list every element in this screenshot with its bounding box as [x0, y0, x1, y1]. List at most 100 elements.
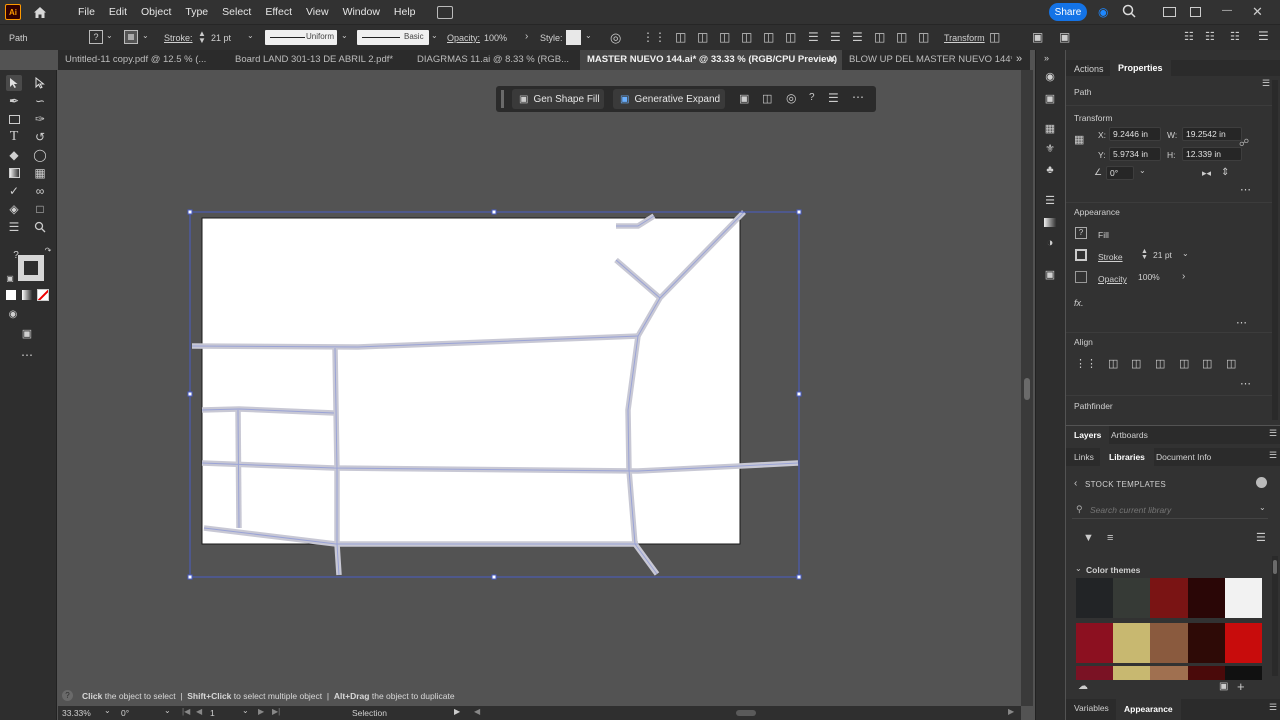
panel-align-hcenter-icon[interactable]: ◫: [1131, 357, 1141, 370]
new-folder-icon[interactable]: ▣: [1219, 681, 1228, 692]
gradient-mode-icon[interactable]: [22, 290, 32, 300]
back-chevron-icon[interactable]: ‹: [1074, 478, 1077, 489]
handle-mr[interactable]: [796, 391, 802, 397]
vertical-scrollbar-thumb[interactable]: [1024, 378, 1030, 400]
color-theme-3[interactable]: [1076, 666, 1263, 680]
color-panel-icon[interactable]: ◉: [1043, 69, 1057, 83]
live-paint-tool-icon[interactable]: ◈: [6, 201, 22, 217]
stock-templates-label[interactable]: STOCK TEMPLATES: [1085, 480, 1166, 489]
menu-edit[interactable]: Edit: [102, 0, 134, 24]
artboard-tool-icon[interactable]: □: [32, 201, 48, 217]
fill-stroke-widget[interactable]: [18, 255, 44, 281]
prev-artboard-icon[interactable]: ◀: [196, 707, 202, 716]
color-theme-1[interactable]: [1076, 578, 1263, 618]
color-themes-heading[interactable]: Color themes: [1086, 565, 1140, 575]
reference-point-icon[interactable]: ▦: [1074, 133, 1084, 146]
close-window-icon[interactable]: ✕: [1252, 4, 1263, 20]
color-theme-swatch[interactable]: [1150, 623, 1188, 663]
flip-horizontal-icon[interactable]: ▸◂: [1202, 168, 1211, 179]
handle-tm[interactable]: [491, 209, 497, 215]
libraries-menu-icon[interactable]: ☰: [1269, 450, 1277, 461]
align-left-icon[interactable]: ◫: [675, 30, 686, 44]
canvas-area[interactable]: ▣ Gen Shape Fill ▣ Generative Expand ▣ ◫…: [58, 70, 1021, 706]
color-theme-swatch[interactable]: [1224, 623, 1263, 663]
more-tabs-icon[interactable]: »: [1016, 53, 1022, 65]
distribute-bottom-icon[interactable]: ☰: [852, 30, 863, 44]
color-theme-swatch[interactable]: [1224, 578, 1263, 618]
pen-tool-icon[interactable]: ✒: [6, 93, 22, 109]
transparency-icon[interactable]: ◑: [1043, 236, 1057, 250]
bottom-panel-menu-icon[interactable]: ☰: [1269, 702, 1277, 713]
opacity-arrow-icon[interactable]: ›: [525, 31, 528, 42]
layers-menu-icon[interactable]: ☰: [1269, 428, 1277, 439]
flip-vertical-icon-alt[interactable]: ⇕: [1221, 167, 1229, 178]
stroke-swatch-panel[interactable]: [1075, 249, 1087, 261]
library-collaborators-icon[interactable]: [1256, 477, 1267, 488]
handle-tr[interactable]: [796, 209, 802, 215]
rectangle-tool-icon[interactable]: [6, 111, 22, 127]
default-fill-stroke-icon[interactable]: ▣: [2, 270, 18, 286]
fill-dropdown-icon[interactable]: ⌄: [106, 31, 113, 40]
tab-diagrmas[interactable]: DIAGRMAS 11.ai @ 8.33 % (RGB...: [410, 50, 580, 70]
handle-ml[interactable]: [187, 391, 193, 397]
mesh-tool-icon[interactable]: ▦: [32, 165, 48, 181]
direct-selection-tool-icon[interactable]: [32, 75, 48, 91]
gradient-tool-icon[interactable]: [6, 165, 22, 181]
stroke-stepper-panel-icon[interactable]: ▲ ▼: [1141, 248, 1148, 261]
stroke-weight-dropdown-icon[interactable]: ⌄: [247, 31, 254, 40]
tab-properties[interactable]: Properties: [1110, 60, 1171, 76]
align-top-icon[interactable]: ◫: [741, 30, 752, 44]
opacity-value-panel[interactable]: 100%: [1138, 272, 1160, 282]
library-search-input[interactable]: [1090, 502, 1240, 517]
hand-tool-icon[interactable]: ☰: [6, 219, 22, 235]
collapse-panels-icon[interactable]: »: [1044, 53, 1049, 63]
properties-scrollbar[interactable]: [1272, 80, 1278, 420]
horizontal-scrollbar-thumb[interactable]: [736, 710, 756, 716]
rotation-dropdown-icon[interactable]: ⌄: [164, 706, 171, 715]
align-more-icon[interactable]: ⋯: [1240, 377, 1251, 390]
align-hcenter-icon[interactable]: ◫: [697, 30, 708, 44]
style-dropdown-icon[interactable]: ⌄: [585, 31, 592, 40]
tab-appearance[interactable]: Appearance: [1116, 699, 1181, 720]
color-themes-chevron-icon[interactable]: ⌄: [1075, 564, 1082, 573]
zoom-tool-icon[interactable]: [32, 219, 48, 235]
gradient-panel-icon[interactable]: [1043, 215, 1057, 229]
swap-fill-stroke-icon[interactable]: ↷: [40, 242, 56, 258]
panel-options-icon[interactable]: ☷: [1205, 30, 1215, 43]
paintbrush-tool-icon[interactable]: ✑: [32, 111, 48, 127]
handle-bl[interactable]: [187, 574, 193, 580]
fx-button[interactable]: fx.: [1074, 298, 1084, 308]
tab-links[interactable]: Links: [1074, 452, 1094, 462]
color-theme-swatch[interactable]: [1076, 666, 1114, 680]
tab-libraries[interactable]: Libraries: [1100, 448, 1154, 466]
panel-menu-icon[interactable]: ☰: [1262, 78, 1270, 89]
opacity-swatch-panel[interactable]: [1075, 271, 1087, 283]
color-theme-swatch[interactable]: [1150, 666, 1188, 680]
distribute-top-icon[interactable]: ☰: [808, 30, 819, 44]
stroke-link[interactable]: Stroke: [1098, 252, 1123, 262]
menu-select[interactable]: Select: [215, 0, 258, 24]
opacity-value[interactable]: 100%: [484, 33, 507, 43]
panel-align-top-icon[interactable]: ◫: [1179, 357, 1189, 370]
last-artboard-icon[interactable]: ▶|: [272, 707, 280, 716]
home-icon[interactable]: [31, 4, 49, 20]
arrange-docs-icon[interactable]: [436, 5, 453, 19]
minimize-icon[interactable]: —: [1222, 5, 1232, 16]
app-logo[interactable]: Ai: [5, 4, 21, 20]
handle-bm[interactable]: [491, 574, 497, 580]
transform-options-icon[interactable]: ◫: [989, 30, 1000, 44]
color-theme-swatch[interactable]: [1187, 578, 1225, 618]
color-theme-swatch[interactable]: [1113, 666, 1151, 680]
notifications-icon[interactable]: ◉: [1098, 5, 1108, 19]
color-mode-icon[interactable]: [6, 290, 16, 300]
menu-window[interactable]: Window: [336, 0, 387, 24]
libraries-scrollbar[interactable]: [1272, 556, 1278, 676]
handle-br[interactable]: [796, 574, 802, 580]
color-theme-swatch[interactable]: [1150, 578, 1188, 618]
tab-board-land[interactable]: Board LAND 301-13 DE ABRIL 2.pdf*: [228, 50, 410, 70]
appearance-panel-icon[interactable]: ▣: [1043, 267, 1057, 281]
none-mode-icon[interactable]: [37, 289, 49, 301]
tab-artboards[interactable]: Artboards: [1111, 430, 1148, 440]
angle-field[interactable]: 0°: [1106, 166, 1134, 180]
menu-type[interactable]: Type: [178, 0, 215, 24]
